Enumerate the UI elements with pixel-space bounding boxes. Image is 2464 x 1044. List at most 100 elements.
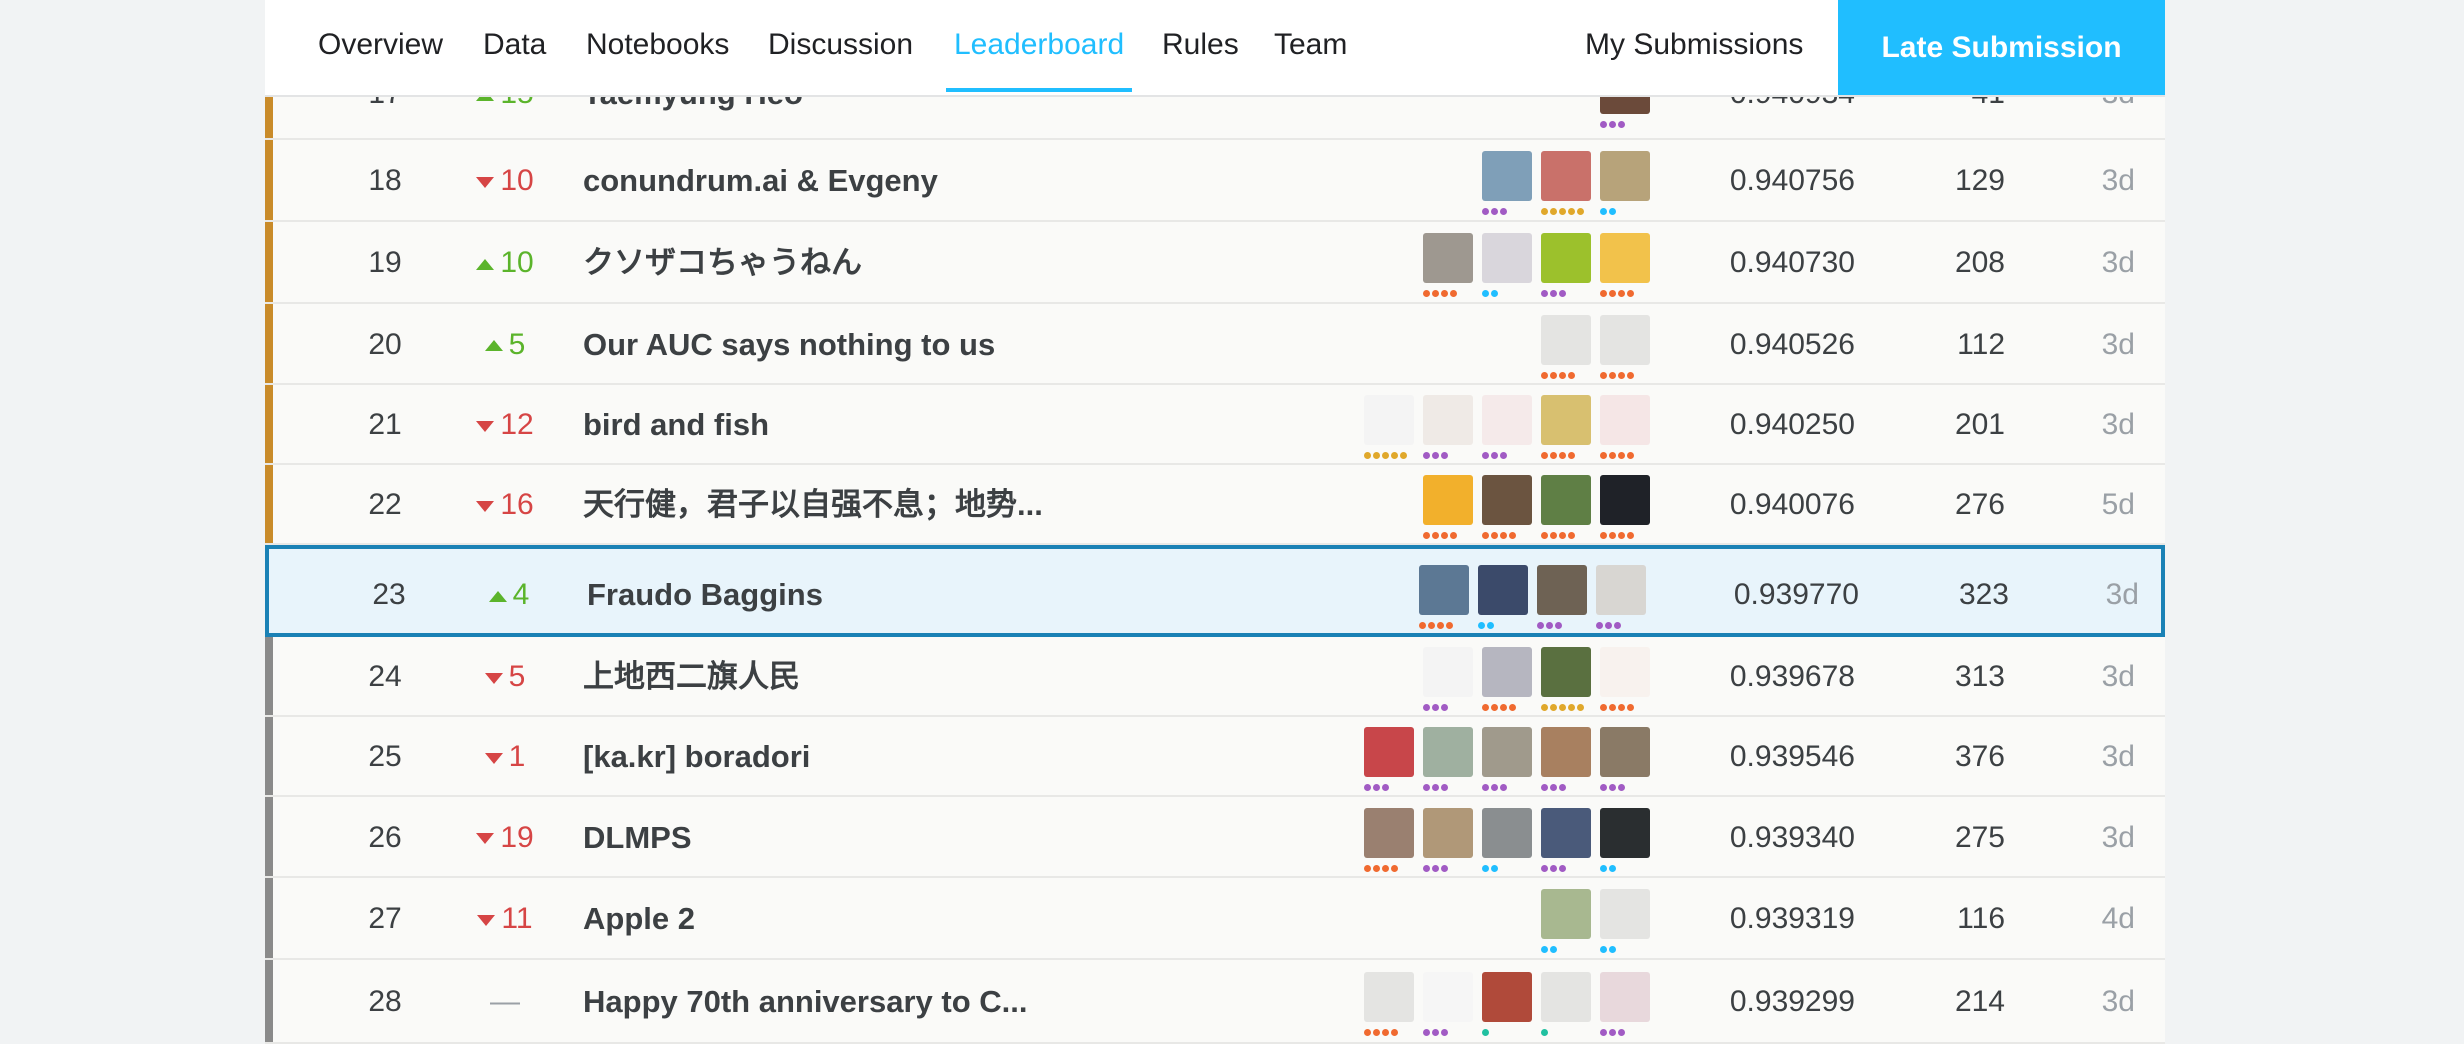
- avatar[interactable]: [1482, 233, 1532, 297]
- avatar[interactable]: [1482, 647, 1532, 711]
- tier-dots: [1423, 784, 1448, 791]
- avatar[interactable]: [1600, 647, 1650, 711]
- team-name-link[interactable]: DLMPS: [583, 820, 692, 856]
- avatar[interactable]: [1600, 807, 1650, 872]
- table-row[interactable]: 28 — Happy 70th anniversary to C... 0.93929…: [265, 960, 2165, 1044]
- rank: 27: [368, 902, 402, 935]
- avatar[interactable]: [1478, 565, 1528, 629]
- team-members: [1423, 647, 1650, 711]
- avatar[interactable]: [1541, 151, 1591, 215]
- avatar[interactable]: [1596, 565, 1646, 629]
- rank-change-value: 5: [508, 327, 526, 361]
- rank-change: 11: [435, 901, 575, 937]
- table-row[interactable]: 23 4 Fraudo Baggins 0.939770 323 3d: [265, 545, 2165, 637]
- avatar[interactable]: [1482, 475, 1532, 539]
- avatar[interactable]: [1541, 889, 1591, 953]
- tier-dots: [1423, 532, 1457, 539]
- avatar[interactable]: [1541, 647, 1591, 711]
- avatar[interactable]: [1600, 727, 1650, 791]
- avatar[interactable]: [1423, 475, 1473, 539]
- table-row[interactable]: 22 16 天行健，君子以自强不息；地势... 0.940076 276 5d: [265, 465, 2165, 545]
- table-row[interactable]: 21 12 bird and fish 0.940250 201 3d: [265, 385, 2165, 465]
- avatar[interactable]: [1482, 972, 1532, 1036]
- tab-data[interactable]: Data: [483, 0, 546, 92]
- tier-dots: [1541, 1029, 1548, 1036]
- medal-stripe: [265, 465, 273, 543]
- rank-change: 5: [435, 659, 575, 695]
- avatar[interactable]: [1541, 807, 1591, 872]
- avatar[interactable]: [1541, 972, 1591, 1036]
- avatar[interactable]: [1541, 395, 1591, 459]
- avatar[interactable]: [1423, 972, 1473, 1036]
- tier-dots: [1423, 452, 1448, 459]
- team-name-link[interactable]: Our AUC says nothing to us: [583, 327, 995, 363]
- tab-overview[interactable]: Overview: [318, 0, 443, 92]
- table-row[interactable]: 20 5 Our AUC says nothing to us 0.940526 112…: [265, 304, 2165, 385]
- my-submissions-link[interactable]: My Submissions: [1585, 0, 1803, 92]
- table-row[interactable]: 18 10 conundrum.ai & Evgeny 0.940756 129 3d: [265, 140, 2165, 222]
- avatar[interactable]: [1364, 807, 1414, 872]
- team-name-link[interactable]: bird and fish: [583, 407, 769, 443]
- avatar[interactable]: [1541, 314, 1591, 379]
- last-submission: 3d: [2101, 740, 2135, 773]
- medal-stripe: [265, 222, 273, 302]
- medal-stripe: [265, 304, 273, 383]
- avatar[interactable]: [1541, 475, 1591, 539]
- tab-notebooks[interactable]: Notebooks: [586, 0, 729, 92]
- table-row[interactable]: 27 11 Apple 2 0.939319 116 4d: [265, 878, 2165, 960]
- tier-dots: [1419, 622, 1453, 629]
- avatar[interactable]: [1537, 565, 1587, 629]
- avatar[interactable]: [1482, 727, 1532, 791]
- tier-dots: [1537, 622, 1562, 629]
- avatar[interactable]: [1419, 565, 1469, 629]
- arrow-up-icon: [476, 258, 495, 270]
- avatar[interactable]: [1482, 395, 1532, 459]
- avatar[interactable]: [1423, 395, 1473, 459]
- avatar[interactable]: [1423, 807, 1473, 872]
- team-name-link[interactable]: 天行健，君子以自强不息；地势...: [583, 487, 1043, 523]
- team-name-link[interactable]: Fraudo Baggins: [587, 577, 823, 613]
- avatar[interactable]: [1600, 233, 1650, 297]
- rank-change-value: 19: [500, 820, 534, 854]
- team-members: [1423, 475, 1650, 539]
- late-submission-button[interactable]: Late Submission: [1838, 0, 2165, 95]
- rank-change: 10: [435, 163, 575, 199]
- avatar[interactable]: [1541, 727, 1591, 791]
- avatar[interactable]: [1600, 889, 1650, 953]
- medal-stripe: [265, 140, 273, 220]
- team-name-link[interactable]: 上地西二旗人民: [583, 659, 800, 695]
- score: 0.939770: [1733, 578, 1859, 611]
- team-name-link[interactable]: [ka.kr] boradori: [583, 739, 810, 775]
- avatar[interactable]: [1600, 314, 1650, 379]
- team-name-link[interactable]: Apple 2: [583, 901, 695, 937]
- tier-dots: [1541, 704, 1584, 711]
- avatar[interactable]: [1364, 727, 1414, 791]
- tab-leaderboard[interactable]: Leaderboard: [945, 0, 1133, 92]
- tab-rules[interactable]: Rules: [1162, 0, 1239, 92]
- avatar[interactable]: [1600, 972, 1650, 1036]
- avatar[interactable]: [1482, 807, 1532, 872]
- avatar[interactable]: [1423, 727, 1473, 791]
- avatar[interactable]: [1423, 233, 1473, 297]
- avatar[interactable]: [1600, 475, 1650, 539]
- tab-discussion[interactable]: Discussion: [768, 0, 913, 92]
- medal-stripe: [265, 797, 273, 876]
- tab-team[interactable]: Team: [1274, 0, 1347, 92]
- team-name-link[interactable]: conundrum.ai & Evgeny: [583, 163, 938, 199]
- avatar[interactable]: [1364, 972, 1414, 1036]
- team-name-link[interactable]: Happy 70th anniversary to C...: [583, 984, 1027, 1020]
- team-name-link[interactable]: クソザコちゃうねん: [583, 245, 862, 281]
- avatar[interactable]: [1541, 233, 1591, 297]
- avatar[interactable]: [1600, 395, 1650, 459]
- table-row[interactable]: 19 10 クソザコちゃうねん 0.940730 208 3d: [265, 222, 2165, 304]
- table-row[interactable]: 24 5 上地西二旗人民 0.939678 313 3d: [265, 637, 2165, 717]
- tier-dots: [1423, 704, 1448, 711]
- avatar[interactable]: [1600, 151, 1650, 215]
- table-row[interactable]: 25 1 [ka.kr] boradori 0.939546 376 3d: [265, 717, 2165, 797]
- avatar[interactable]: [1364, 395, 1414, 459]
- avatar[interactable]: [1423, 647, 1473, 711]
- rank-change: 4: [439, 577, 579, 613]
- table-row[interactable]: 26 19 DLMPS 0.939340 275 3d: [265, 797, 2165, 878]
- avatar[interactable]: [1482, 151, 1532, 215]
- tier-dots: [1482, 1029, 1489, 1036]
